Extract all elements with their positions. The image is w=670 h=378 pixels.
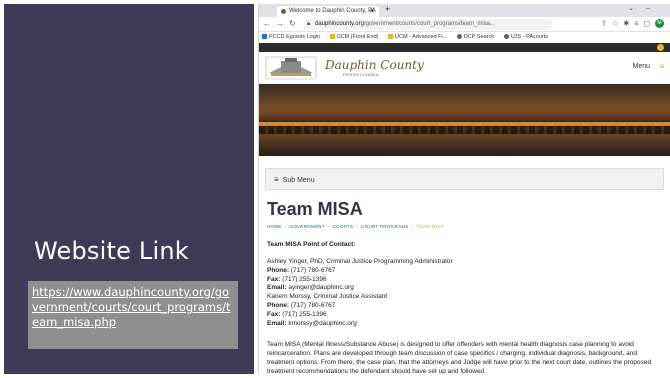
hero-bridge	[259, 126, 670, 134]
tab-bar: Welcome to Dauphin County, PA ✕ + ⌄–	[259, 4, 670, 17]
breadcrumb-separator: ›	[356, 224, 359, 229]
contact-list: Ashley Yinger, PhD, Criminal Justice Pro…	[267, 258, 662, 328]
url-path: /government/courts/court_programs/team_m…	[363, 21, 495, 27]
tab-title: Welcome to Dauphin County, PA	[289, 8, 376, 14]
bookmark-label: UCM (Front End)	[336, 34, 379, 40]
page-title: Team MISA	[267, 199, 363, 219]
bookmark-icon	[262, 34, 267, 40]
hero-treeline	[259, 108, 670, 122]
bookmark-label: UJS - PAcourts	[510, 34, 548, 40]
contact-name: Ashley Yinger, PhD, Criminal Justice Pro…	[267, 258, 453, 265]
submenu-toggle[interactable]: ≡ Sub Menu	[265, 168, 664, 190]
contact-fax: Fax: (717) 255-1396	[267, 276, 662, 285]
window-controls[interactable]: ⌄–	[628, 4, 662, 12]
globe-icon	[503, 34, 509, 40]
reload-icon[interactable]: ↻	[289, 19, 296, 28]
bookmark-item[interactable]: UCM - Advanced Fi...	[388, 32, 447, 43]
contact-fax: Fax: (717) 255-1396	[267, 311, 662, 320]
star-icon[interactable]: ☆	[612, 20, 623, 27]
bookmark-item[interactable]: UJS - PAcourts	[503, 32, 548, 43]
reading-list-icon[interactable]: ≡	[634, 20, 643, 27]
breadcrumb-court-programs[interactable]: COURT PROGRAMS	[361, 224, 409, 229]
bookmark-item[interactable]: PCCD Egrants Login	[262, 32, 320, 43]
site-top-strip	[259, 43, 670, 52]
email-link[interactable]: kmorssy@dauphinc.org	[288, 320, 356, 327]
submenu-label: Sub Menu	[282, 177, 315, 184]
new-tab-icon[interactable]: +	[385, 4, 390, 14]
extensions-icon[interactable]: ✱	[623, 20, 634, 27]
breadcrumb-home[interactable]: HOME	[267, 224, 282, 229]
bookmark-item[interactable]: UCM (Front End)	[329, 32, 379, 43]
bookmark-icon	[388, 34, 393, 40]
slide-title: Website Link	[34, 237, 189, 265]
profile-avatar[interactable]: M	[655, 19, 664, 28]
contact-phone: Phone: (717) 780-6767	[267, 302, 662, 311]
breadcrumb-courts[interactable]: COURTS	[333, 224, 354, 229]
menu-label[interactable]: Menu	[632, 63, 650, 70]
favicon-icon	[281, 9, 286, 14]
close-icon[interactable]: ✕	[369, 6, 375, 17]
page-content: Team MISA HOME › GOVERNMENT › COURTS › COURT P…	[259, 190, 670, 374]
bookmark-label: PCCD Egrants Login	[269, 34, 321, 40]
site-subtitle: PENNSYLVANIA	[343, 72, 380, 77]
forward-icon[interactable]: →	[276, 19, 284, 28]
contact-phone: Phone: (717) 780-6767	[267, 267, 662, 276]
fax-label: Fax:	[267, 275, 281, 283]
email-label: Email:	[267, 319, 287, 327]
phone-label: Phone:	[267, 301, 290, 309]
breadcrumb: HOME › GOVERNMENT › COURTS › COURT PROGRAMS › TE…	[267, 224, 662, 229]
hamburger-icon[interactable]: ≡	[659, 62, 664, 71]
bookmark-label: DCP Search	[463, 34, 495, 40]
hero-image	[259, 84, 670, 156]
accessibility-icon[interactable]	[657, 44, 664, 51]
url-domain: dauphincounty.org	[315, 21, 364, 27]
contact-name: Kariem Morssy, Criminal Justice Assistan…	[267, 293, 388, 301]
breadcrumb-separator: ›	[411, 224, 414, 229]
contact-email: Email: ayinger@dauphinc.org	[267, 284, 662, 293]
fax-value: (717) 255-1396	[282, 310, 327, 318]
site-header: Dauphin County PENNSYLVANIA Menu ≡	[259, 52, 670, 84]
breadcrumb-government[interactable]: GOVERNMENT	[290, 224, 325, 229]
hamburger-icon: ≡	[274, 175, 279, 184]
breadcrumb-current: TEAM MISA	[416, 224, 444, 229]
hero-water	[259, 134, 670, 156]
sidepanel-icon[interactable]: ▢	[643, 20, 655, 27]
email-label: Email:	[267, 284, 287, 292]
site-name[interactable]: Dauphin County	[325, 58, 424, 72]
browser-tab[interactable]: Welcome to Dauphin County, PA ✕	[277, 6, 379, 17]
email-link[interactable]: ayinger@dauphinc.org	[288, 284, 354, 291]
share-icon[interactable]: ⇪	[601, 20, 612, 27]
slide: Website Link https://www.dauphincounty.o…	[0, 0, 670, 378]
breadcrumb-separator: ›	[327, 224, 330, 229]
globe-icon	[456, 34, 462, 40]
toolbar-icons[interactable]: ⇪☆✱≡▢ M	[601, 19, 664, 28]
back-icon[interactable]: ←	[263, 19, 271, 28]
website-link[interactable]: https://www.dauphincounty.org/government…	[32, 285, 234, 330]
address-bar: ← → ↻ 🔒︎ dauphincounty.org/government/co…	[259, 17, 670, 32]
county-seal-logo[interactable]	[265, 55, 317, 81]
bookmark-icon	[329, 34, 335, 40]
bookmark-label: UCM - Advanced Fi...	[395, 34, 448, 40]
phone-value: (717) 780-6767	[290, 301, 336, 309]
bookmarks-bar: PCCD Egrants Login UCM (Front End) UCM -…	[259, 32, 670, 43]
poc-heading: Team MISA Point of Contact:	[267, 241, 356, 248]
fax-value: (717) 255-1396	[282, 275, 327, 283]
fax-label: Fax:	[267, 310, 281, 318]
phone-label: Phone:	[267, 266, 290, 274]
contact-email: Email: kmorssy@dauphinc.org	[267, 320, 662, 329]
lock-icon: 🔒︎	[307, 21, 311, 27]
program-description: Team MISA (Mental Illness/Substance Abus…	[267, 341, 652, 374]
link-box: https://www.dauphincounty.org/government…	[28, 281, 238, 349]
url-input[interactable]: 🔒︎ dauphincounty.org/government/courts/c…	[303, 19, 553, 30]
browser-screenshot: Welcome to Dauphin County, PA ✕ + ⌄– ← →…	[258, 4, 670, 374]
phone-value: (717) 780-6767	[290, 266, 336, 274]
bookmark-item[interactable]: DCP Search	[456, 32, 495, 43]
breadcrumb-separator: ›	[284, 224, 287, 229]
